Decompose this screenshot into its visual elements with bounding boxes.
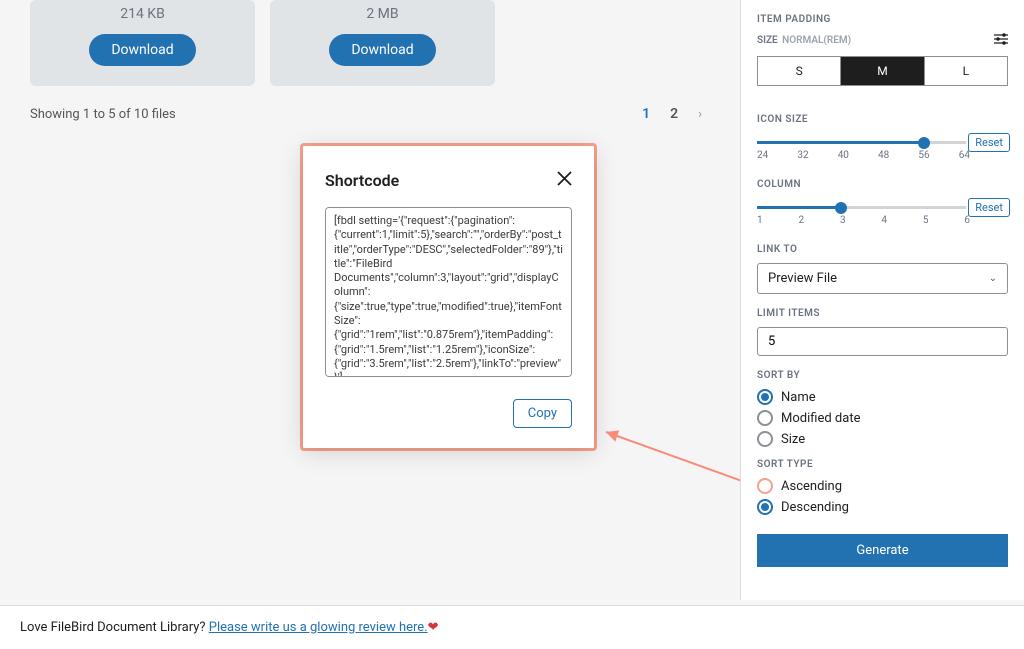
limit-items-label: LIMIT ITEMS [757,308,1008,319]
file-size: 2 MB [270,0,495,34]
padding-size-segment: S M L [757,56,1008,86]
file-card: 2 MB Download [270,0,495,86]
padding-m[interactable]: M [841,57,924,85]
sort-type-descending[interactable]: Descending [757,499,1008,515]
icon-size-slider[interactable] [757,141,966,144]
shortcode-modal: Shortcode Copy [300,143,597,451]
footer: Love FileBird Document Library? Please w… [0,605,1024,649]
sort-by-label: SORT BY [757,370,1008,381]
sort-by-modified[interactable]: Modified date [757,410,1008,426]
modal-title: Shortcode [325,171,399,190]
download-button[interactable]: Download [329,34,435,66]
shortcode-textarea[interactable] [325,207,572,377]
column-label: COLUMN [757,179,1008,190]
copy-button[interactable]: Copy [513,399,572,428]
pagination-summary: Showing 1 to 5 of 10 files [30,107,176,122]
page-2[interactable]: 2 [670,106,678,122]
item-padding-label: ITEM PADDING [757,14,1008,25]
sort-type-label: SORT TYPE [757,459,1008,470]
page-1[interactable]: 1 [642,106,650,122]
chevron-right-icon[interactable]: › [698,107,702,122]
review-link[interactable]: Please write us a glowing review here. [209,620,428,635]
link-to-label: LINK TO [757,244,1008,255]
column-slider[interactable] [757,206,966,209]
sort-type-ascending[interactable]: Ascending [757,478,1008,494]
padding-l[interactable]: L [925,57,1007,85]
sort-by-name[interactable]: Name [757,389,1008,405]
chevron-down-icon: ⌄ [989,273,997,284]
heart-icon: ❤ [428,620,439,635]
limit-items-input[interactable] [757,327,1008,356]
icon-size-label: ICON SIZE [757,114,1008,125]
file-size: 214 KB [30,0,255,34]
padding-s[interactable]: S [758,57,841,85]
size-value: NORMAL(REM) [782,35,851,46]
sort-by-size[interactable]: Size [757,431,1008,447]
settings-icon[interactable] [994,33,1008,48]
file-card: 214 KB Download [30,0,255,86]
close-icon[interactable] [557,170,572,191]
generate-button[interactable]: Generate [757,534,1008,567]
link-to-select[interactable]: Preview File ⌄ [757,263,1008,294]
icon-size-reset[interactable]: Reset [968,133,1010,152]
download-button[interactable]: Download [89,34,195,66]
column-reset[interactable]: Reset [968,198,1010,217]
size-label: SIZE [757,35,778,46]
